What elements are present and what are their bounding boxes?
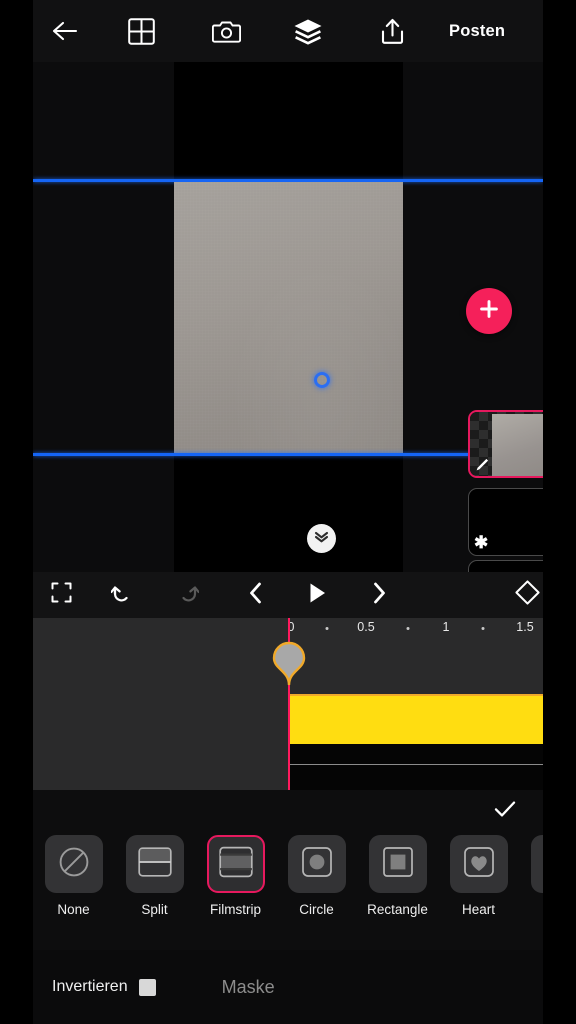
play-button[interactable] — [291, 572, 343, 618]
share-upload-icon — [379, 18, 406, 45]
confirm-mask-button[interactable] — [485, 792, 525, 830]
bottom-bar: Invertieren Maske — [33, 950, 543, 1024]
keyframe-button[interactable] — [514, 572, 541, 618]
guide-line-bottom — [33, 453, 543, 456]
pencil-icon[interactable] — [474, 457, 490, 473]
app-screen: Posten ✱ 0 0.5 1 1.5 None Split Filmstri… — [0, 0, 576, 1024]
mask-options-strip[interactable]: None Split Filmstrip Circle Rectangle He… — [33, 835, 543, 939]
play-icon — [308, 582, 327, 609]
layer-image-preview — [492, 414, 543, 476]
mask-option-label: Heart — [461, 902, 495, 917]
add-layer-button[interactable] — [466, 288, 512, 334]
mask-option-label: None — [57, 902, 90, 917]
share-button[interactable] — [349, 0, 435, 62]
top-toolbar: Posten — [33, 0, 543, 62]
undo-button[interactable] — [89, 572, 155, 618]
next-frame-icon — [371, 582, 387, 609]
mask-option-heart[interactable]: Heart — [438, 835, 519, 917]
mask-option-split[interactable]: Split — [114, 835, 195, 917]
playhead-line-ruler — [288, 618, 290, 640]
mask-tile — [287, 835, 346, 893]
mask-tile — [368, 835, 427, 893]
mask-tile — [206, 835, 265, 893]
mask-option-label: Split — [141, 902, 168, 917]
circle-mask-icon — [299, 844, 335, 885]
ruler-tick-1: 0.5 — [357, 620, 375, 634]
camera-icon — [211, 19, 241, 44]
track-divider — [289, 764, 543, 765]
filmstrip-mask-icon — [218, 844, 254, 885]
next-frame-button[interactable] — [343, 572, 415, 618]
canvas-photo[interactable] — [174, 182, 403, 453]
mask-option-next-partial[interactable] — [519, 835, 543, 893]
mask-option-rectangle[interactable]: Rectangle — [357, 835, 438, 917]
undo-icon — [110, 583, 133, 608]
fullscreen-button[interactable] — [33, 572, 89, 618]
layer-thumbnail-mask[interactable]: ✱ — [468, 488, 543, 556]
post-button-label: Posten — [449, 21, 506, 40]
grid-button[interactable] — [97, 0, 185, 62]
ruler-tick-2: 1 — [442, 620, 450, 634]
ruler-minor-tick — [481, 627, 485, 630]
mask-option-label: Filmstrip — [210, 902, 261, 917]
no-mask-icon — [57, 845, 91, 884]
mask-tile — [449, 835, 508, 893]
rectangle-mask-icon — [380, 844, 416, 885]
mask-panel: None Split Filmstrip Circle Rectangle He… — [33, 790, 543, 950]
timeline-clip-video[interactable] — [289, 694, 543, 746]
post-button[interactable]: Posten — [435, 0, 505, 62]
layer-thumbnail-selected[interactable] — [468, 410, 543, 478]
mask-option-filmstrip[interactable]: Filmstrip — [195, 835, 276, 917]
previous-frame-button[interactable] — [221, 572, 291, 618]
ruler-tick-3: 1.5 — [516, 620, 534, 634]
redo-button[interactable] — [155, 572, 221, 618]
grid-icon — [127, 17, 155, 45]
mask-option-label: Circle — [299, 902, 334, 917]
split-mask-icon — [137, 844, 173, 885]
fullscreen-icon — [51, 582, 72, 608]
previous-frame-icon — [248, 582, 264, 609]
layer-thumbnail-empty[interactable] — [468, 560, 543, 572]
invert-label: Invertieren — [52, 978, 128, 995]
mask-option-none[interactable]: None — [33, 835, 114, 917]
anchor-point-icon[interactable] — [314, 372, 330, 388]
arrow-left-icon — [52, 20, 78, 42]
camera-button[interactable] — [185, 0, 267, 62]
back-button[interactable] — [33, 0, 97, 62]
layers-icon — [293, 18, 323, 45]
heart-mask-icon — [461, 844, 497, 885]
redo-icon — [177, 583, 200, 608]
mask-option-circle[interactable]: Circle — [276, 835, 357, 917]
mask-option-label: Rectangle — [367, 902, 428, 917]
keyframe-diamond-icon — [514, 579, 541, 611]
mask-tile — [125, 835, 184, 893]
asterisk-icon: ✱ — [474, 533, 489, 552]
chevron-double-down-icon — [313, 529, 330, 549]
layers-button[interactable] — [267, 0, 349, 62]
timeline-clip-secondary[interactable] — [289, 744, 543, 790]
plus-icon — [478, 298, 500, 325]
preview-canvas[interactable]: ✱ — [33, 62, 543, 572]
mask-section-label: Maske — [221, 976, 275, 997]
ruler-minor-tick — [325, 627, 329, 630]
mask-tile — [44, 835, 103, 893]
mask-tile — [530, 835, 543, 893]
check-icon — [494, 800, 516, 823]
timeline-toolbar — [33, 572, 543, 618]
ruler-minor-tick — [406, 627, 410, 630]
collapse-panel-button[interactable] — [307, 524, 336, 553]
invert-toggle[interactable]: Invertieren — [52, 978, 156, 996]
playhead-marker-icon[interactable] — [271, 641, 307, 686]
invert-checkbox[interactable] — [138, 978, 156, 996]
